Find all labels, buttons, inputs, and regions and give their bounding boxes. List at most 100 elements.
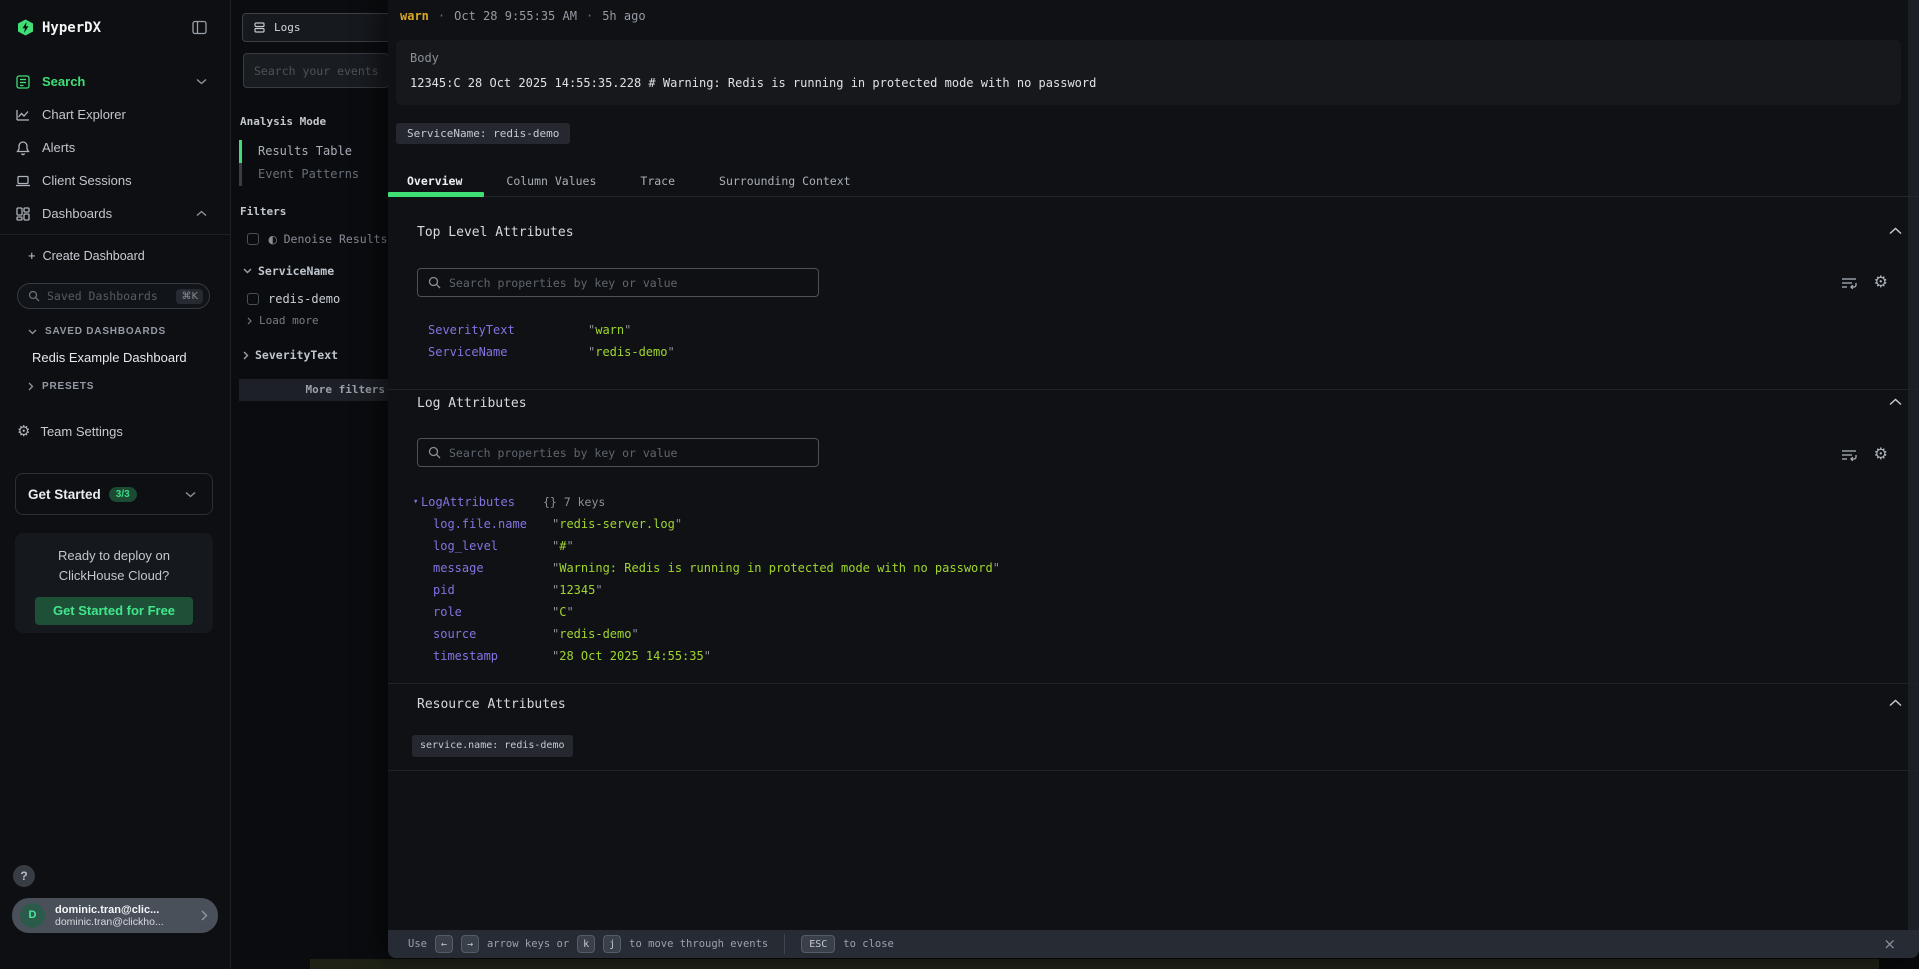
event-age: 5h ago: [602, 9, 645, 23]
clickhouse-cloud-promo: Ready to deploy on ClickHouse Cloud? Get…: [15, 533, 213, 633]
top-level-property-search[interactable]: [417, 268, 819, 297]
brand-title: HyperDX: [42, 20, 192, 36]
sidebar-item-alerts[interactable]: Alerts: [0, 131, 230, 164]
database-icon: [253, 21, 266, 34]
property-search-input[interactable]: [449, 276, 808, 290]
logo-row: HyperDX: [0, 0, 230, 36]
underlying-page-edge: [310, 959, 1879, 969]
bell-icon: [15, 140, 31, 156]
collapse-section-icon[interactable]: [1889, 699, 1902, 707]
wrap-lines-icon[interactable]: [1841, 448, 1857, 462]
resource-service-tag[interactable]: service.name: redis-demo: [412, 735, 573, 757]
user-menu[interactable]: D dominic.tran@clic... dominic.tran@clic…: [12, 898, 218, 933]
j-key[interactable]: j: [603, 935, 621, 953]
list-search-icon: [15, 74, 31, 90]
sidebar-item-chart-explorer[interactable]: Chart Explorer: [0, 98, 230, 131]
sidebar-item-label: Chart Explorer: [42, 107, 207, 122]
hyperdx-app: HyperDX Search: [0, 0, 1919, 969]
user-email: dominic.tran@clickho...: [55, 916, 201, 928]
close-icon[interactable]: ×: [1883, 935, 1896, 953]
log-attributes-property-search[interactable]: [417, 438, 819, 467]
chevron-right-icon: [201, 910, 208, 921]
tab-trace[interactable]: Trace: [618, 167, 697, 196]
section-divider: [388, 389, 1919, 390]
event-search-input[interactable]: [254, 64, 378, 78]
scrollbar[interactable]: [1908, 0, 1919, 930]
sidebar-item-search[interactable]: Search: [0, 65, 230, 98]
gear-icon[interactable]: ⚙: [1874, 274, 1888, 290]
property-search-input[interactable]: [449, 446, 808, 460]
esc-key[interactable]: ESC: [801, 935, 835, 953]
help-button[interactable]: ?: [13, 865, 35, 887]
k-key[interactable]: k: [577, 935, 595, 953]
more-filters-button[interactable]: More filters: [239, 379, 397, 401]
tab-column-values[interactable]: Column Values: [484, 167, 618, 196]
section-divider: [388, 683, 1919, 684]
body-text: 12345:C 28 Oct 2025 14:55:35.228 # Warni…: [410, 76, 1887, 90]
source-selector-logs[interactable]: Logs: [242, 13, 392, 42]
event-detail-panel: warn · Oct 28 9:55:35 AM · 5h ago Body 1…: [388, 0, 1919, 958]
event-timestamp: Oct 28 9:55:35 AM: [454, 9, 577, 23]
denoise-icon: ◐: [268, 233, 278, 246]
sidebar-item-label: Dashboards: [42, 206, 196, 221]
user-name: dominic.tran@clic...: [55, 904, 201, 916]
attribute-row: log.file.name "redis-server.log": [388, 513, 1899, 535]
avatar: D: [20, 903, 45, 928]
section-title-top-level: Top Level Attributes: [417, 225, 574, 240]
sidebar-divider: [0, 234, 230, 235]
gear-icon[interactable]: ⚙: [1874, 446, 1888, 462]
attribute-row: source "redis-demo": [388, 623, 1899, 645]
tab-overview[interactable]: Overview: [388, 167, 484, 196]
team-settings-button[interactable]: ⚙ Team Settings: [17, 422, 230, 440]
log-attributes-root-row: ▾ LogAttributes {} 7 keys: [388, 491, 1899, 513]
chart-icon: [15, 107, 31, 123]
arrow-left-key[interactable]: ←: [435, 935, 453, 953]
saved-dashboards-search[interactable]: Saved Dashboards ⌘K: [17, 283, 210, 309]
saved-search-placeholder: Saved Dashboards: [47, 289, 176, 303]
footer-divider: [784, 934, 785, 954]
attribute-row: pid "12345": [388, 579, 1899, 601]
collapse-section-icon[interactable]: [1889, 398, 1902, 406]
get-started-accordion[interactable]: Get Started 3/3: [15, 473, 213, 515]
caret-down-icon[interactable]: ▾: [413, 497, 421, 507]
event-search-bar[interactable]: [243, 53, 389, 88]
attribute-row: timestamp "28 Oct 2025 14:55:35": [388, 645, 1899, 667]
search-icon: [428, 446, 441, 459]
sidebar-toggle-icon[interactable]: [192, 20, 207, 35]
sidebar-nav: Search Chart Explorer: [0, 65, 230, 230]
chevron-down-icon: [28, 329, 37, 335]
event-body-card: Body 12345:C 28 Oct 2025 14:55:35.228 # …: [396, 40, 1901, 105]
chevron-right-icon: [243, 351, 249, 360]
gear-icon: ⚙: [17, 422, 30, 440]
tab-surrounding-context[interactable]: Surrounding Context: [697, 167, 873, 196]
attribute-row: message "Warning: Redis is running in pr…: [388, 557, 1899, 579]
sidebar-dashboard-redis-example[interactable]: Redis Example Dashboard: [32, 350, 230, 365]
plus-icon: +: [28, 248, 36, 263]
attribute-row: role "C": [388, 601, 1899, 623]
attribute-row: SeverityText "warn": [388, 319, 1899, 341]
sidebar-item-label: Search: [42, 74, 196, 89]
create-dashboard-button[interactable]: + Create Dashboard: [28, 248, 230, 263]
sidebar-item-label: Client Sessions: [42, 173, 207, 188]
sidebar-item-client-sessions[interactable]: Client Sessions: [0, 164, 230, 197]
sidebar-item-label: Alerts: [42, 140, 207, 155]
service-tag[interactable]: ServiceName: redis-demo: [396, 123, 570, 144]
detail-tabs: Overview Column Values Trace Surrounding…: [388, 167, 1919, 197]
keys-count: {} 7 keys: [543, 495, 605, 509]
wrap-lines-icon[interactable]: [1841, 276, 1857, 290]
chevron-down-icon: [185, 491, 196, 498]
log-attributes-tree: ▾ LogAttributes {} 7 keys log.file.name …: [388, 491, 1899, 667]
section-divider: [388, 770, 1919, 771]
checkbox[interactable]: [247, 233, 259, 245]
presets-group[interactable]: PRESETS: [28, 381, 230, 392]
collapse-section-icon[interactable]: [1889, 227, 1902, 235]
body-label: Body: [410, 51, 1887, 65]
arrow-right-key[interactable]: →: [461, 935, 479, 953]
saved-dashboards-group[interactable]: SAVED DASHBOARDS: [28, 326, 230, 337]
checkbox[interactable]: [247, 293, 259, 305]
get-started-free-button[interactable]: Get Started for Free: [35, 597, 193, 625]
sidebar-item-dashboards[interactable]: Dashboards: [0, 197, 230, 230]
laptop-icon: [15, 173, 31, 189]
panel-footer: Use ← → arrow keys or k j to move throug…: [388, 930, 1919, 958]
chevron-down-icon: [243, 268, 252, 274]
